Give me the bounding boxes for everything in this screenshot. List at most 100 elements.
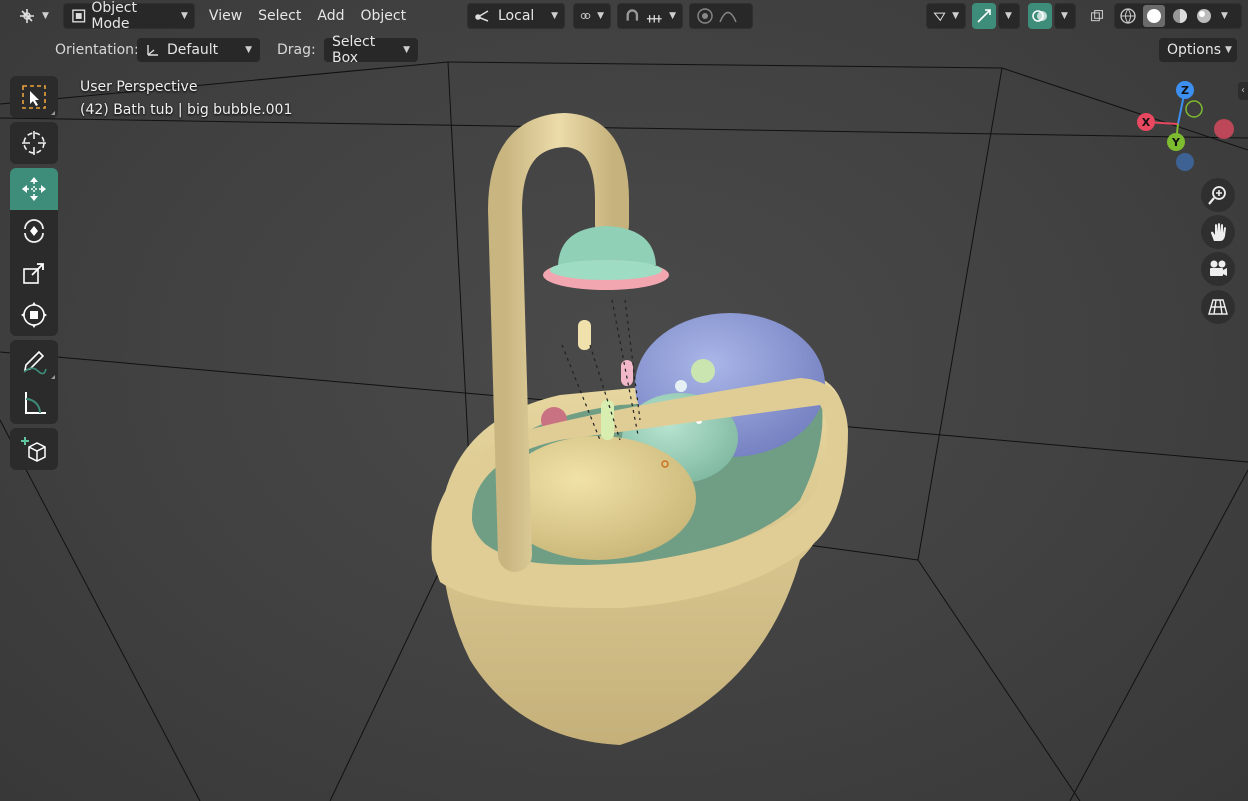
chevron-down-icon: ▼: [1005, 11, 1012, 21]
droplet: [578, 320, 591, 350]
options-dropdown[interactable]: Options ▼: [1159, 38, 1237, 62]
zoom-icon: [1208, 186, 1226, 205]
pivot-point-dropdown[interactable]: ▼: [573, 3, 611, 29]
camera-view-button[interactable]: [1201, 252, 1235, 286]
selectability-icon: [933, 12, 946, 22]
transform-orientation-dropdown[interactable]: Local ▼: [467, 3, 565, 29]
options-label: Options: [1167, 42, 1222, 58]
viewport-header: ▼ Object Mode ▼ View Select Add Object L…: [0, 0, 1248, 32]
header-menus: View Select Add Object: [201, 3, 414, 29]
camera-icon: [1210, 260, 1227, 276]
gizmo-neg-y[interactable]: [1185, 100, 1203, 118]
proportional-editing-group[interactable]: [689, 3, 753, 29]
rendered-shading-icon[interactable]: [1195, 7, 1213, 25]
gizmo-toggle[interactable]: [972, 3, 996, 29]
chevron-down-icon: ▼: [551, 11, 558, 21]
select-box-icon: [22, 85, 46, 109]
tool-shelf: [10, 76, 58, 474]
overlays-toggle[interactable]: [1028, 3, 1052, 29]
gizmo-dropdown[interactable]: ▼: [998, 3, 1020, 29]
gizmo-y-label: Y: [1171, 136, 1181, 149]
mode-dropdown[interactable]: Object Mode ▼: [62, 0, 195, 32]
orientation-dropdown[interactable]: Default ▼: [137, 38, 260, 62]
orientation-value: Default: [167, 42, 219, 58]
chevron-down-icon: ▼: [1225, 45, 1232, 55]
annotate-icon: [23, 350, 47, 375]
transform-icon: [21, 302, 47, 328]
orientation-axes-icon: [475, 10, 489, 22]
falloff-curve-icon: [719, 11, 737, 23]
pivot-icon: [580, 13, 591, 19]
solid-shading-button[interactable]: [1143, 5, 1165, 27]
pan-button[interactable]: [1201, 215, 1235, 249]
scale-icon: [23, 263, 44, 284]
viewport-editor-icon: [20, 9, 34, 23]
drag-value: Select Box: [332, 34, 376, 66]
transform-orientation-label: Local: [498, 8, 535, 24]
mode-label: Object Mode: [91, 0, 137, 32]
shading-group[interactable]: ▼: [1114, 3, 1242, 29]
orientation-axes-icon: [147, 45, 158, 56]
tool-annotate[interactable]: [10, 340, 58, 382]
xray-toggle[interactable]: [1084, 3, 1110, 29]
tool-rotate[interactable]: [10, 210, 58, 252]
tool-add-cube[interactable]: [10, 428, 58, 470]
chevron-down-icon: ▼: [403, 45, 410, 55]
visibility-dropdown[interactable]: ▼: [926, 3, 966, 29]
snap-increment-icon: [646, 15, 662, 23]
gizmo-neg-z[interactable]: [1176, 153, 1194, 171]
snapping-group[interactable]: ▼: [617, 3, 683, 29]
menu-object[interactable]: Object: [352, 3, 414, 29]
chevron-down-icon: ▼: [669, 11, 676, 21]
tool-cursor[interactable]: [10, 122, 58, 164]
zoom-button[interactable]: [1201, 178, 1235, 212]
chevron-down-icon: ▼: [1221, 11, 1228, 21]
wireframe-shading-icon[interactable]: [1119, 7, 1137, 25]
tool-group-add: [10, 428, 58, 470]
tool-measure[interactable]: [10, 382, 58, 424]
tool-transform[interactable]: [10, 294, 58, 336]
tool-settings-bar: Orientation: Default ▼ Drag: Select Box …: [0, 34, 1248, 66]
tool-group-cursor: [10, 122, 58, 164]
magnet-icon: [626, 9, 639, 21]
chevron-down-icon: ▼: [1061, 11, 1068, 21]
drag-dropdown[interactable]: Select Box ▼: [324, 34, 418, 66]
menu-view[interactable]: View: [201, 3, 250, 29]
tool-scale[interactable]: [10, 252, 58, 294]
solid-shading-icon: [1147, 9, 1161, 23]
measure-icon: [25, 392, 46, 414]
menu-select[interactable]: Select: [250, 3, 309, 29]
gizmo-z-label: Z: [1181, 84, 1189, 97]
editor-type-button[interactable]: ▼: [12, 3, 55, 29]
shower-head: [558, 226, 656, 265]
gizmo-x-label: X: [1142, 116, 1151, 129]
object-mode-icon: [72, 9, 86, 23]
navigation-gizmo[interactable]: Z X Y: [1128, 74, 1238, 178]
droplet: [601, 400, 614, 440]
perspective-label: User Perspective: [80, 79, 198, 95]
overlays-dropdown[interactable]: ▼: [1054, 3, 1076, 29]
gizmo-neg-x[interactable]: [1214, 119, 1234, 139]
hand-icon: [1211, 223, 1226, 241]
add-cube-icon: [21, 437, 46, 462]
ortho-toggle-button[interactable]: [1201, 290, 1235, 324]
tool-select-box[interactable]: [10, 76, 58, 118]
tool-move[interactable]: [10, 168, 58, 210]
viewport-info: User Perspective (42) Bath tub | big bub…: [80, 76, 292, 122]
overlays-icon: [1032, 10, 1047, 22]
bubble-small-white: [675, 380, 687, 392]
tool-group-transform: [10, 168, 58, 336]
chevron-down-icon: ▼: [42, 11, 49, 21]
chevron-down-icon: ▼: [952, 11, 959, 21]
drag-label: Drag:: [277, 42, 316, 58]
material-preview-icon[interactable]: [1171, 7, 1189, 25]
chevron-left-icon: ‹: [1241, 85, 1245, 96]
sidebar-toggle-button[interactable]: ‹: [1238, 82, 1248, 100]
orientation-label: Orientation:: [55, 42, 139, 58]
bubble-lime: [691, 359, 715, 383]
proportional-edit-icon: [697, 8, 713, 24]
rotate-icon: [24, 219, 44, 243]
menu-add[interactable]: Add: [309, 3, 352, 29]
move-icon: [22, 177, 46, 201]
droplet: [621, 360, 633, 386]
